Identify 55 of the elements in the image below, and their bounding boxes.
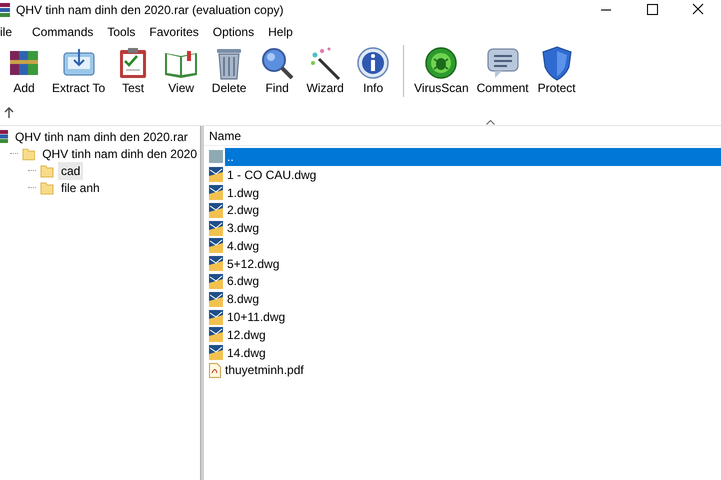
toolbar-button[interactable]: View [157, 45, 206, 95]
up-arrow-icon[interactable] [4, 106, 14, 118]
sort-caret-icon [486, 120, 495, 125]
drawing-file-icon [209, 202, 223, 218]
search-icon [259, 45, 296, 81]
window-title: QHV tinh nam dinh den 2020.rar (evaluation copy) [16, 2, 284, 19]
drawing-file-icon [209, 256, 223, 272]
drawing-file-icon [209, 292, 223, 307]
toolbar-button[interactable]: VirusScan [410, 45, 473, 95]
menu-item[interactable]: Commands [32, 23, 94, 41]
drawing-file-icon [209, 274, 223, 289]
file-name[interactable]: 8.dwg [225, 290, 262, 308]
file-name[interactable]: 3.dwg [225, 219, 262, 238]
tree-item[interactable]: QHV tinh nam dinh den 2020 [39, 144, 200, 162]
archive-icon [0, 3, 10, 17]
file-name[interactable]: 14.dwg [225, 344, 268, 362]
tree-item[interactable]: cad [58, 162, 84, 180]
tree-item[interactable]: file anh [58, 178, 103, 196]
archive-icon [0, 130, 8, 143]
file-name[interactable]: 5+12.dwg [225, 254, 282, 273]
drawing-file-icon [209, 345, 223, 360]
column-header[interactable]: Name [209, 126, 242, 144]
file-name[interactable]: thuyetminh.pdf [223, 361, 306, 380]
file-name[interactable]: 2.dwg [225, 201, 262, 220]
menu-item[interactable]: Favorites [149, 23, 199, 41]
file-name[interactable]: 4.dwg [225, 236, 262, 255]
file-name[interactable]: 1 - CO CAU.dwg [225, 166, 318, 184]
drawing-file-icon [209, 238, 223, 254]
bug-icon [423, 45, 460, 81]
drawing-file-icon [209, 184, 223, 200]
file-name[interactable]: .. [225, 148, 721, 166]
menu-item[interactable]: ile [0, 23, 12, 41]
menu-item[interactable]: Options [212, 23, 254, 41]
file-name[interactable]: 10+11.dwg [225, 308, 288, 326]
toolbar-button[interactable]: Wizard [301, 45, 350, 95]
toolbar-button[interactable]: Delete [205, 45, 254, 95]
file-name[interactable]: 1.dwg [225, 184, 262, 202]
file-name[interactable]: 6.dwg [225, 272, 262, 290]
toolbar-button[interactable]: Test [109, 45, 158, 95]
toolbar-button[interactable]: Add [0, 45, 48, 95]
drawing-file-icon [209, 220, 223, 236]
drawing-file-icon [209, 327, 223, 342]
toolbar-button[interactable]: Protect [532, 45, 581, 95]
toolbar-button[interactable]: Extract To [48, 45, 110, 95]
tree-item[interactable]: QHV tinh nam dinh den 2020.rar [12, 128, 191, 146]
toolbar-button[interactable]: Comment [472, 45, 533, 95]
drawing-file-icon [209, 167, 223, 182]
menu-item[interactable]: Tools [107, 23, 136, 41]
info-icon [355, 45, 392, 81]
file-name[interactable]: 12.dwg [225, 326, 268, 344]
toolbar-button[interactable]: Find [253, 45, 302, 95]
toolbar-button[interactable]: Info [349, 45, 398, 95]
menu-item[interactable]: Help [268, 23, 293, 41]
drawing-file-icon [209, 310, 223, 325]
pdf-file-icon [209, 362, 221, 378]
